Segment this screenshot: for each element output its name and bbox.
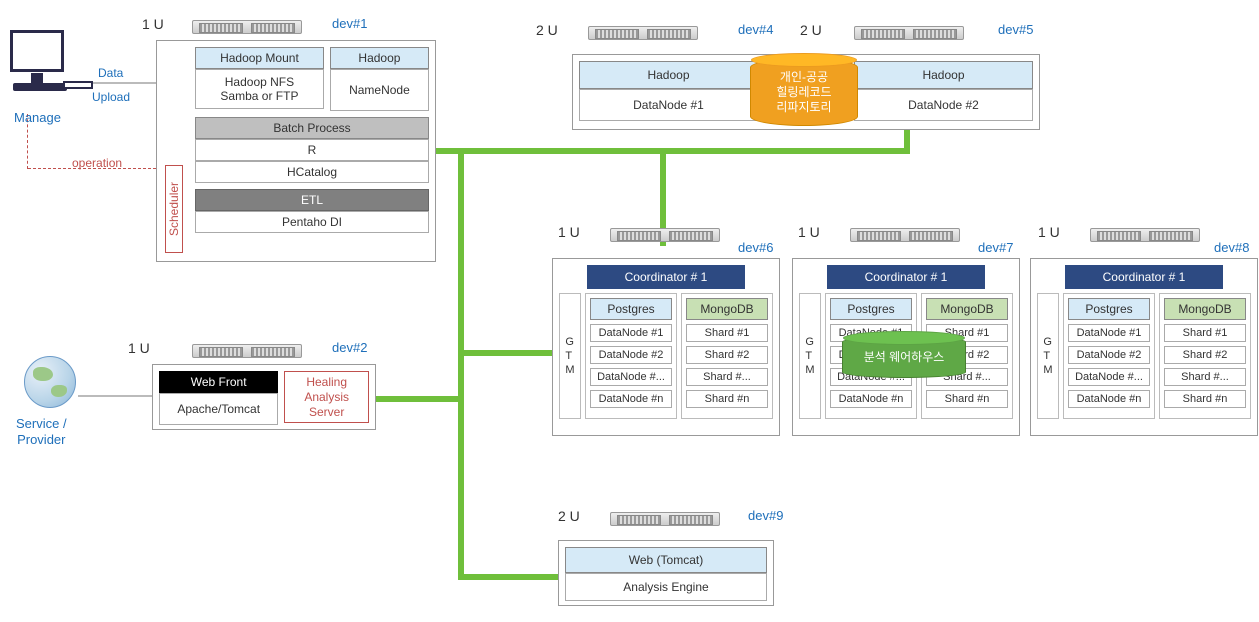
etl-hdr: ETL (195, 189, 429, 211)
sh3: Shard #n (686, 390, 768, 408)
hadoop-nfs-cell: Hadoop NFS Samba or FTP (195, 69, 324, 109)
dev5-dev: dev#5 (998, 22, 1033, 37)
line-svc-dev2 (78, 395, 156, 397)
dev4-dn: DataNode #1 (579, 89, 758, 121)
net-v-dev45-stub (660, 148, 666, 208)
operation-lbl: operation (72, 156, 122, 170)
dev7-size: 1 U (798, 224, 820, 240)
dev7-rack-icon (850, 228, 960, 245)
net-h-dev9 (458, 574, 562, 580)
upload-lbl: Upload (92, 90, 130, 104)
net-h-dev2 (373, 396, 463, 402)
dev9-dev: dev#9 (748, 508, 783, 523)
hadoop-mount-hdr: Hadoop Mount (195, 47, 324, 69)
gtm: G T M (799, 293, 821, 419)
hadoop-hdr: Hadoop (330, 47, 429, 69)
dev8-dev: dev#8 (1214, 240, 1249, 255)
monitor-icon (10, 30, 64, 72)
mongo-hdr: MongoDB (926, 298, 1008, 320)
dn2: DataNode #... (1068, 368, 1150, 386)
dev5-rack-icon (854, 26, 964, 43)
sh0: Shard #1 (1164, 324, 1246, 342)
namenode-cell: NameNode (330, 69, 429, 111)
net-h-dev6 (458, 350, 562, 356)
sh3: Shard #n (1164, 390, 1246, 408)
mongo-hdr: MongoDB (1164, 298, 1246, 320)
dev2-size: 1 U (128, 340, 150, 356)
sh1: Shard #2 (686, 346, 768, 364)
dev6-box: Coordinator # 1 G T M Postgres DataNode … (552, 258, 780, 436)
dn2: DataNode #... (590, 368, 672, 386)
net-h-top (430, 148, 910, 154)
webfront-hdr: Web Front (159, 371, 278, 393)
pentaho-cell: Pentaho DI (195, 211, 429, 233)
dev4-size: 2 U (536, 22, 558, 38)
dev9-engine: Analysis Engine (565, 573, 767, 601)
dn0: DataNode #1 (1068, 324, 1150, 342)
dev4-hadoop: Hadoop (579, 61, 758, 89)
dev2-rack-icon (192, 344, 302, 361)
coord-title: Coordinator # 1 (587, 265, 745, 289)
dev5-hadoop: Hadoop (854, 61, 1033, 89)
dev7-dev: dev#7 (978, 240, 1013, 255)
pg-hdr: Postgres (590, 298, 672, 320)
sh2: Shard #... (1164, 368, 1246, 386)
dev9-web: Web (Tomcat) (565, 547, 767, 573)
dev8-rack-icon (1090, 228, 1200, 245)
dev9-rack-icon (610, 512, 720, 529)
scheduler-box: Scheduler (165, 165, 183, 253)
dn0: DataNode #1 (590, 324, 672, 342)
gtm: G T M (559, 293, 581, 419)
dev2-box: Web Front Apache/Tomcat Healing Analysis… (152, 364, 376, 430)
data-lbl: Data (98, 66, 123, 80)
sh1: Shard #2 (1164, 346, 1246, 364)
dev1-box: Scheduler Hadoop Mount Hadoop NFS Samba … (156, 40, 436, 262)
dev9-box: Web (Tomcat) Analysis Engine (558, 540, 774, 606)
dev6-rack-icon (610, 228, 720, 245)
coord-title: Coordinator # 1 (827, 265, 985, 289)
dev5-size: 2 U (800, 22, 822, 38)
dev6-size: 1 U (558, 224, 580, 240)
r-cell: R (195, 139, 429, 161)
dn3: DataNode #n (590, 390, 672, 408)
healing-box: Healing Analysis Server (284, 371, 369, 423)
dev1-size: 1 U (142, 16, 164, 32)
dev8-size: 1 U (1038, 224, 1060, 240)
pg-hdr: Postgres (1068, 298, 1150, 320)
pg-hdr: Postgres (830, 298, 912, 320)
sh3: Shard #n (926, 390, 1008, 408)
net-v-main (458, 148, 464, 580)
dev6-dev: dev#6 (738, 240, 773, 255)
globe-icon (24, 356, 76, 408)
hcatalog-cell: HCatalog (195, 161, 429, 183)
dn1: DataNode #2 (590, 346, 672, 364)
apache-cell: Apache/Tomcat (159, 393, 278, 425)
dev4-rack-icon (588, 26, 698, 43)
dev1-rack-icon (192, 20, 302, 37)
dn1: DataNode #2 (1068, 346, 1150, 364)
dev8-box: Coordinator # 1 G T M Postgres DataNode … (1030, 258, 1258, 436)
mongo-hdr: MongoDB (686, 298, 768, 320)
dev5-dn: DataNode #2 (854, 89, 1033, 121)
dn3: DataNode #n (830, 390, 912, 408)
dn3: DataNode #n (1068, 390, 1150, 408)
orange-cylinder: 개인-공공 힐링레코드 리파지토리 (750, 58, 858, 126)
dev2-dev: dev#2 (332, 340, 367, 355)
coord-title: Coordinator # 1 (1065, 265, 1223, 289)
svc-label: Service / Provider (16, 416, 67, 448)
sh2: Shard #... (686, 368, 768, 386)
dev9-size: 2 U (558, 508, 580, 524)
green-cylinder: 분석 웨어하우스 (842, 336, 966, 378)
dev4-dev: dev#4 (738, 22, 773, 37)
sh0: Shard #1 (686, 324, 768, 342)
batch-hdr: Batch Process (195, 117, 429, 139)
gtm: G T M (1037, 293, 1059, 419)
manage-label: Manage (14, 110, 61, 126)
dev1-dev: dev#1 (332, 16, 367, 31)
